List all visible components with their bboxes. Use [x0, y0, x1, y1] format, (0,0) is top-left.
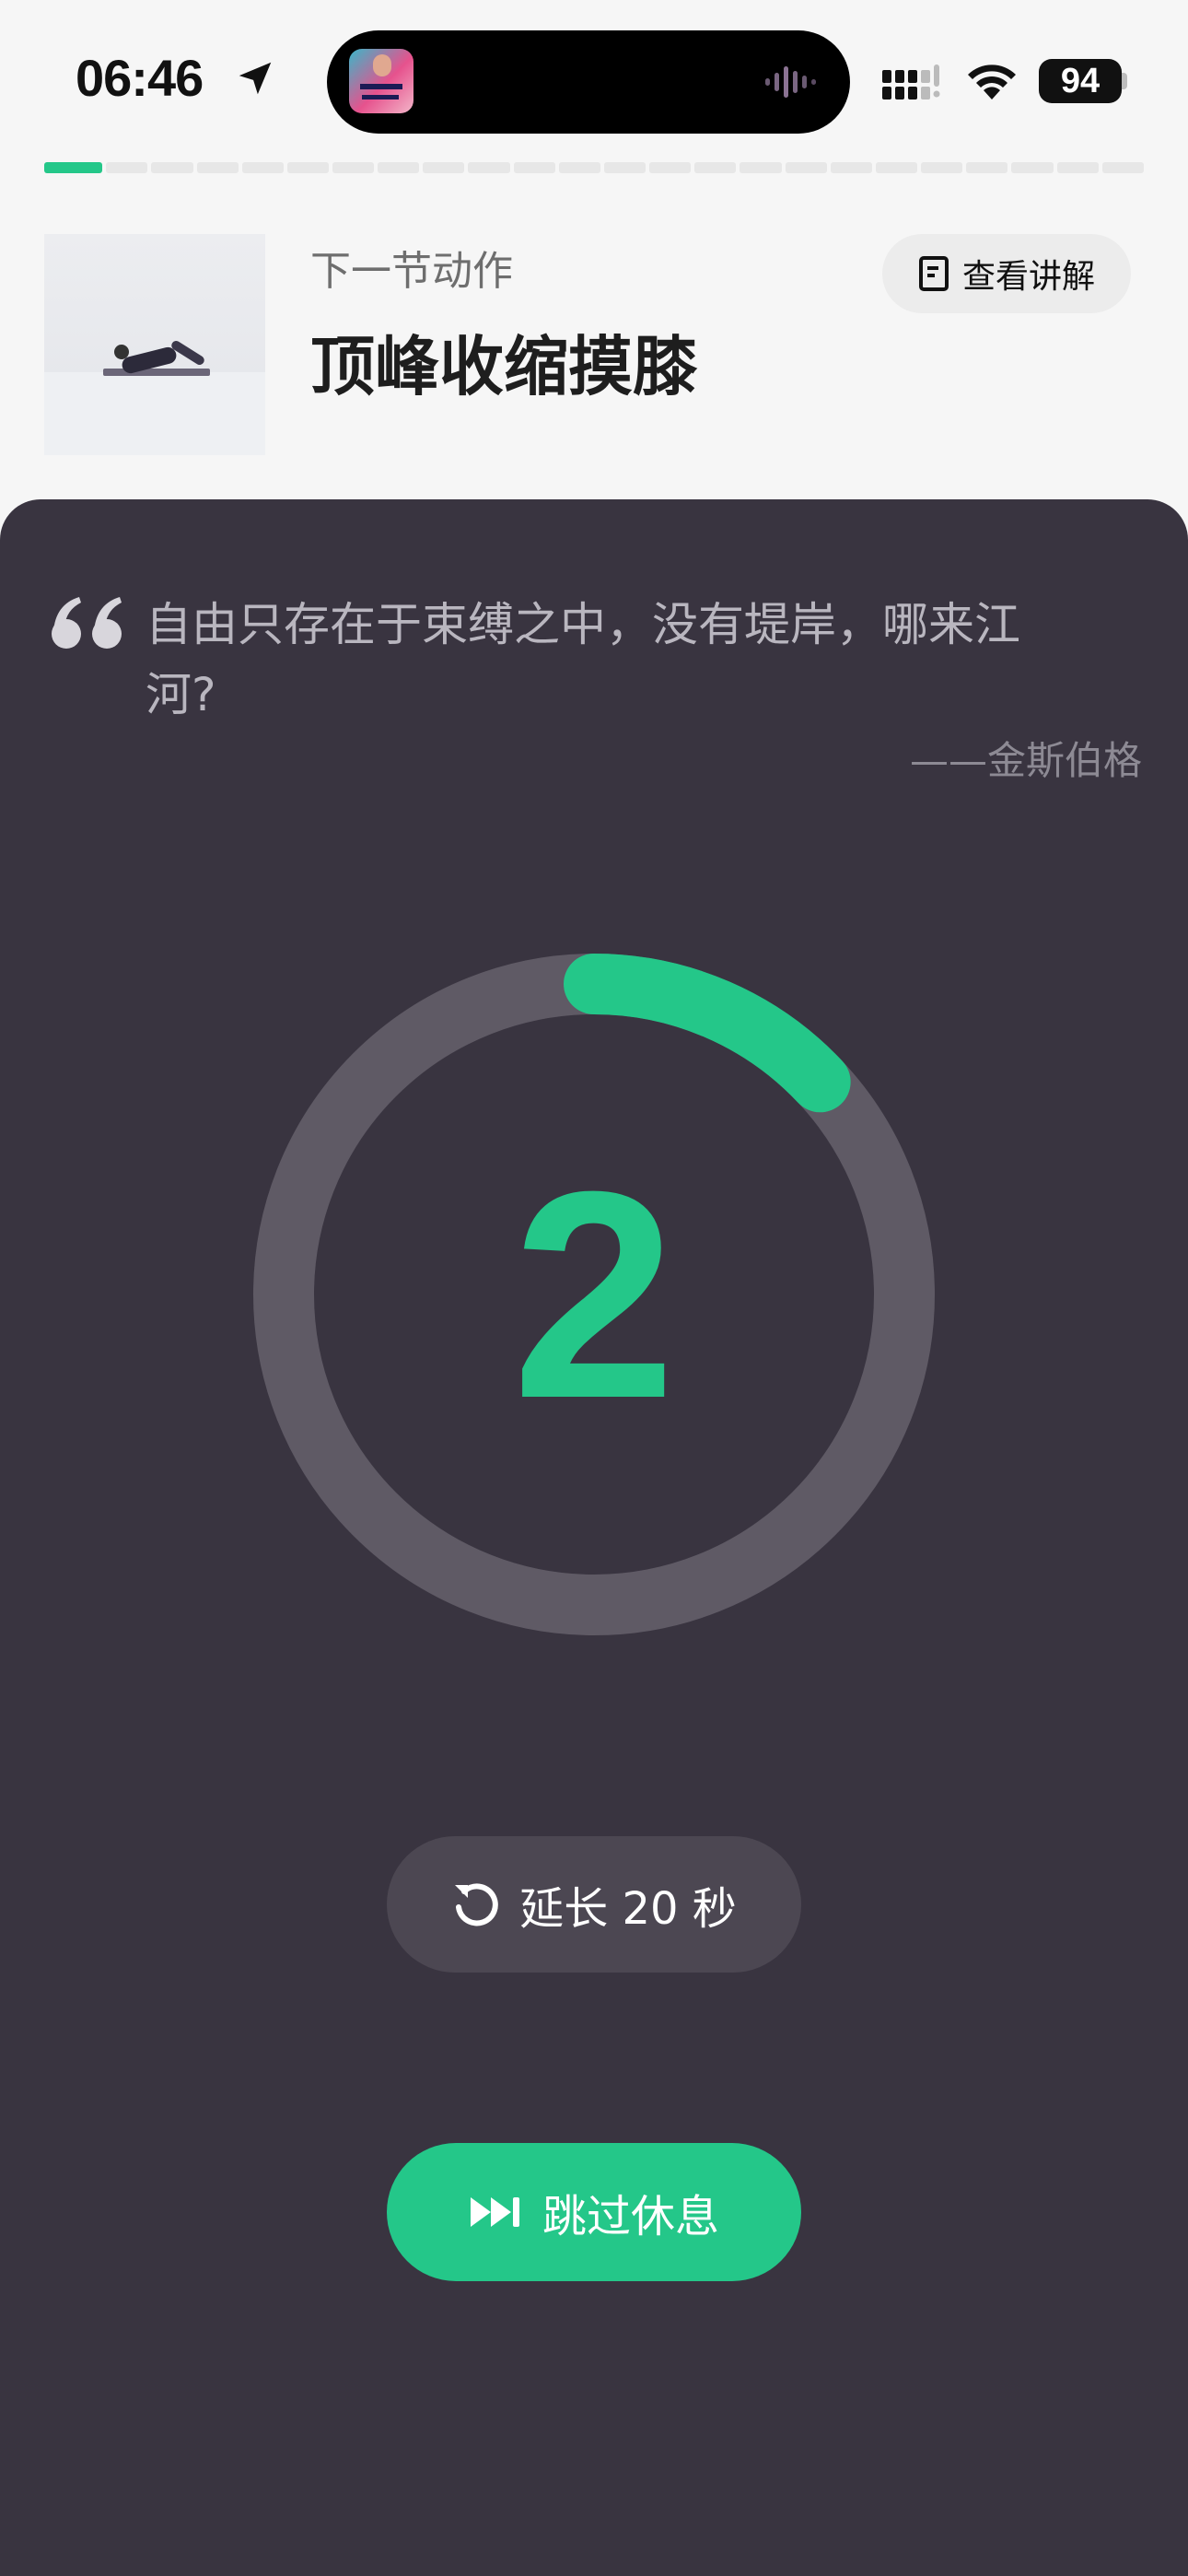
extend-rest-button[interactable]: 延长 20 秒: [387, 1836, 801, 1973]
progress-segment: [875, 162, 918, 173]
view-explanation-button[interactable]: 查看讲解: [882, 234, 1131, 313]
progress-segment: [151, 162, 193, 173]
progress-segment: [966, 162, 1008, 173]
progress-segment: [649, 162, 692, 173]
progress-segment: [106, 162, 148, 173]
location-arrow-icon: [239, 62, 272, 95]
skip-rest-button[interactable]: 跳过休息: [387, 2143, 801, 2281]
countdown-value: 2: [512, 1130, 676, 1459]
next-action-title: 顶峰收缩摸膝: [310, 329, 697, 404]
progress-segment: [44, 162, 103, 173]
battery-tip: [1122, 73, 1127, 89]
progress-segment: [785, 162, 827, 173]
progress-segment: [241, 162, 284, 173]
progress-segment: [468, 162, 510, 173]
refresh-icon: [455, 1883, 498, 1926]
progress-segment: [1056, 162, 1099, 173]
cellular-signal-icon: [882, 64, 940, 100]
progress-segment: [286, 162, 330, 173]
progress-segment: [1011, 162, 1054, 173]
workout-progress-bar: [44, 162, 1144, 173]
quote-author: ——金斯伯格: [909, 738, 1142, 783]
next-action-thumbnail[interactable]: [44, 234, 265, 455]
progress-segment: [513, 162, 555, 173]
skip-rest-label: 跳过休息: [542, 2191, 719, 2242]
dynamic-island[interactable]: [327, 30, 850, 134]
view-explanation-label: 查看讲解: [961, 258, 1095, 296]
document-icon: [918, 256, 949, 291]
rest-screen: 06:46 94 下一节动作 顶峰收缩摸膝 查看讲解 自由只存在于束缚之中，没有…: [0, 0, 1188, 2576]
progress-segment: [1101, 162, 1144, 173]
progress-segment: [694, 162, 737, 173]
battery-indicator: 94: [1039, 59, 1122, 103]
quote-icon: [52, 597, 122, 649]
wifi-icon: [968, 64, 1016, 100]
progress-segment: [332, 162, 375, 173]
now-playing-artwork: [349, 49, 413, 113]
next-action-label: 下一节动作: [310, 248, 513, 295]
audio-wave-icon: [765, 66, 816, 98]
status-bar: 06:46 94: [0, 0, 1188, 157]
fast-forward-icon: [470, 2197, 519, 2227]
extend-rest-label: 延长 20 秒: [519, 1883, 737, 1935]
progress-segment: [196, 162, 239, 173]
progress-segment: [423, 162, 465, 173]
progress-segment: [740, 162, 782, 173]
quote-text: 自由只存在于束缚之中，没有堤岸，哪来江河?: [146, 598, 1020, 721]
progress-segment: [558, 162, 600, 173]
progress-segment: [921, 162, 963, 173]
progress-segment: [378, 162, 420, 173]
progress-segment: [830, 162, 872, 173]
progress-segment: [603, 162, 646, 173]
status-time: 06:46: [76, 49, 204, 107]
